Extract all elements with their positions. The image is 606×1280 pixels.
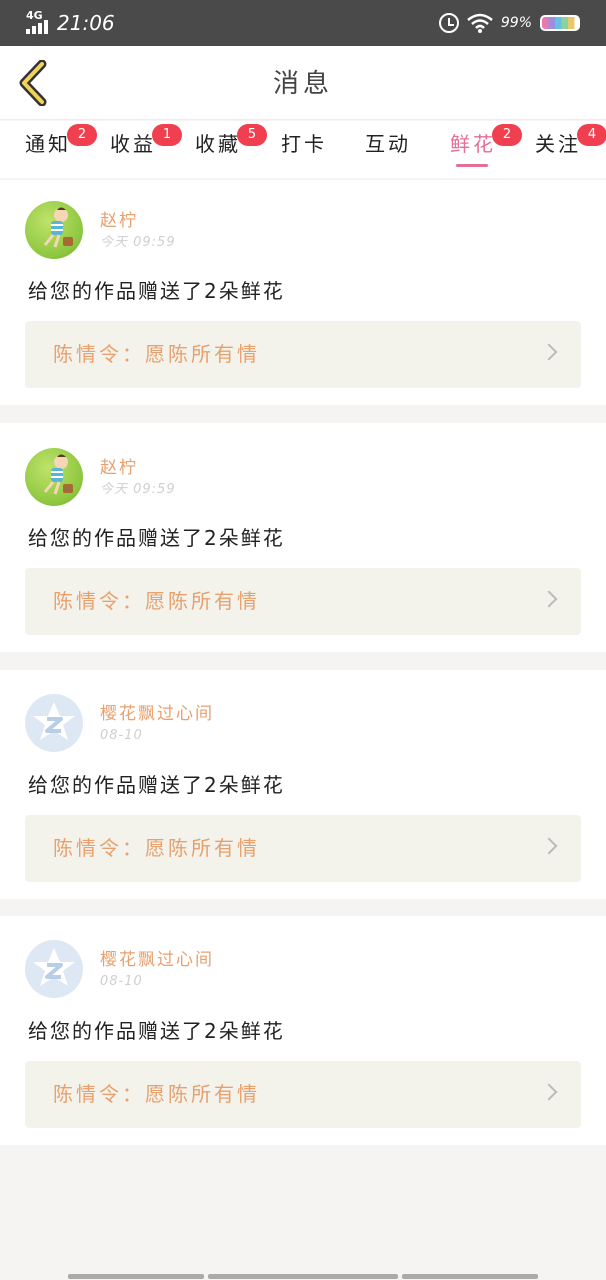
gesture-bar bbox=[402, 1274, 538, 1279]
timestamp: 08-10 bbox=[100, 728, 143, 743]
timestamp: 今天 09:59 bbox=[100, 482, 176, 497]
cartoon-boy-icon bbox=[43, 207, 73, 248]
unread-badge: 2 bbox=[492, 124, 522, 146]
unread-badge: 2 bbox=[67, 124, 97, 146]
signal-icon bbox=[26, 20, 50, 34]
work-title: 陈情令：愿陈所有情 bbox=[53, 342, 260, 366]
work-title: 陈情令：愿陈所有情 bbox=[53, 836, 260, 860]
work-link[interactable]: 陈情令：愿陈所有情 bbox=[25, 815, 581, 882]
timestamp: 08-10 bbox=[100, 974, 143, 989]
work-link[interactable]: 陈情令：愿陈所有情 bbox=[25, 321, 581, 388]
tab-earnings[interactable]: 收益 1 bbox=[110, 124, 182, 177]
username[interactable]: 樱花飘过心间 bbox=[100, 949, 214, 971]
tab-checkin[interactable]: 打卡 bbox=[281, 131, 327, 177]
unread-badge: 5 bbox=[237, 124, 267, 146]
message-text: 给您的作品赠送了2朵鲜花 bbox=[28, 526, 285, 550]
battery-percent: 99% bbox=[500, 15, 532, 31]
username[interactable]: 赵柠 bbox=[100, 457, 138, 479]
battery-icon bbox=[540, 15, 580, 31]
chevron-right-icon bbox=[540, 590, 558, 608]
work-title: 陈情令：愿陈所有情 bbox=[53, 1082, 260, 1106]
username[interactable]: 赵柠 bbox=[100, 210, 138, 232]
user-avatar[interactable] bbox=[25, 201, 83, 259]
clock: 21:06 bbox=[57, 11, 115, 35]
message-text: 给您的作品赠送了2朵鲜花 bbox=[28, 1019, 285, 1043]
page-title: 消息 bbox=[272, 69, 333, 99]
unread-badge: 1 bbox=[152, 124, 182, 146]
default-z-avatar-icon bbox=[33, 702, 75, 740]
message-card: 樱花飘过心间 08-10 给您的作品赠送了2朵鲜花 陈情令：愿陈所有情 bbox=[0, 916, 606, 1145]
wifi-icon bbox=[467, 13, 493, 33]
tab-favorites[interactable]: 收藏 5 bbox=[195, 124, 267, 177]
username[interactable]: 樱花飘过心间 bbox=[100, 703, 214, 725]
message-card: 樱花飘过心间 08-10 给您的作品赠送了2朵鲜花 陈情令：愿陈所有情 bbox=[0, 670, 606, 899]
timestamp: 今天 09:59 bbox=[100, 235, 176, 250]
status-bar: 4G 21:06 99% bbox=[0, 0, 606, 46]
work-title: 陈情令：愿陈所有情 bbox=[53, 589, 260, 613]
work-link[interactable]: 陈情令：愿陈所有情 bbox=[25, 1061, 581, 1128]
default-z-avatar-icon bbox=[33, 948, 75, 986]
cartoon-boy-icon bbox=[43, 454, 73, 495]
work-link[interactable]: 陈情令：愿陈所有情 bbox=[25, 568, 581, 635]
chevron-right-icon bbox=[540, 837, 558, 855]
message-card: 赵柠 今天 09:59 给您的作品赠送了2朵鲜花 陈情令：愿陈所有情 bbox=[0, 180, 606, 405]
unread-badge: 4 bbox=[577, 124, 606, 146]
message-card: 赵柠 今天 09:59 给您的作品赠送了2朵鲜花 陈情令：愿陈所有情 bbox=[0, 423, 606, 652]
message-text: 给您的作品赠送了2朵鲜花 bbox=[28, 773, 285, 797]
message-text: 给您的作品赠送了2朵鲜花 bbox=[28, 279, 285, 303]
tab-flowers[interactable]: 鲜花 2 bbox=[450, 124, 522, 177]
gesture-bar bbox=[208, 1274, 398, 1279]
tab-bar: 通知 2 收益 1 收藏 5 打卡 互动 鲜花 2 关注 4 bbox=[0, 121, 606, 178]
alarm-icon bbox=[438, 13, 459, 33]
tab-interaction[interactable]: 互动 bbox=[365, 131, 411, 177]
user-avatar[interactable] bbox=[25, 694, 83, 752]
tab-notice[interactable]: 通知 2 bbox=[25, 124, 97, 177]
active-tab-indicator bbox=[456, 164, 488, 167]
app-header: 消息 bbox=[0, 46, 606, 120]
gesture-bar bbox=[68, 1274, 204, 1279]
chevron-right-icon bbox=[540, 343, 558, 361]
user-avatar[interactable] bbox=[25, 448, 83, 506]
tab-follow[interactable]: 关注 4 bbox=[535, 124, 606, 177]
chevron-right-icon bbox=[540, 1083, 558, 1101]
user-avatar[interactable] bbox=[25, 940, 83, 998]
